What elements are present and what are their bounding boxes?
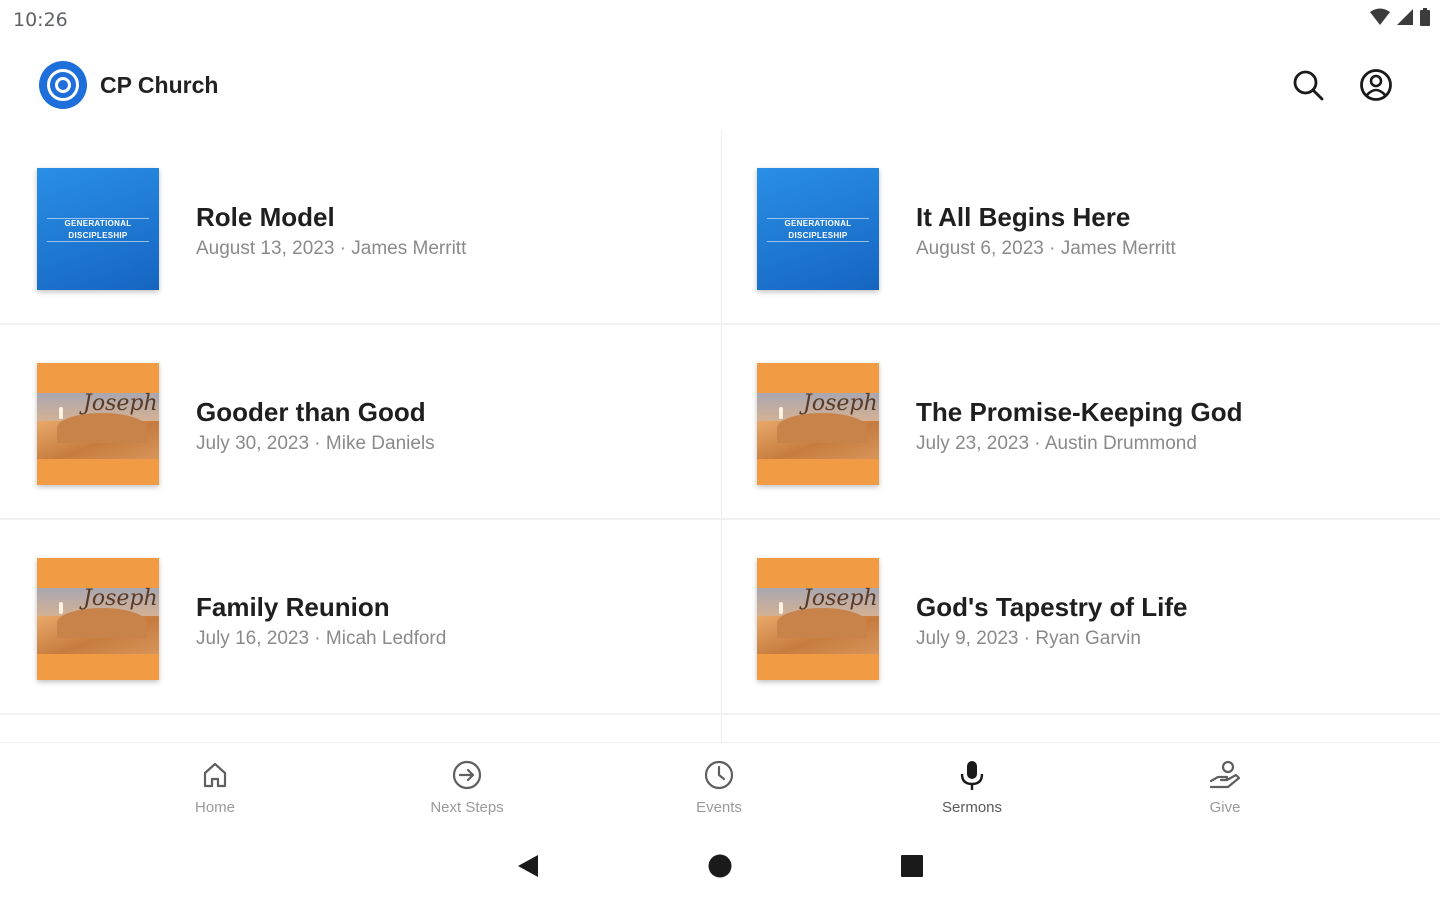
app-title: CP Church xyxy=(100,72,219,98)
artwork-text: Joseph xyxy=(83,586,158,611)
sermon-title: God's Tapestry of Life xyxy=(916,592,1188,622)
bottom-navigation: Home Next Steps Events Sermons Give xyxy=(0,742,1440,830)
status-bar: 10:26 xyxy=(0,0,1440,38)
sermon-card[interactable]: GENERATIONAL DISCIPLESHIP Role Model Aug… xyxy=(0,130,720,325)
back-icon[interactable] xyxy=(514,852,542,880)
sermon-meta: August 6, 2023 · James Merritt xyxy=(916,238,1176,259)
nav-give[interactable]: Give xyxy=(1155,757,1295,823)
artwork-text: Joseph xyxy=(803,391,878,416)
microphone-icon xyxy=(960,761,984,790)
sermon-title: The Promise-Keeping God xyxy=(916,397,1243,427)
app-bar: CP Church xyxy=(0,50,1440,120)
sermon-meta: July 9, 2023 · Ryan Garvin xyxy=(916,628,1141,649)
status-time: 10:26 xyxy=(13,9,68,31)
signal-icon xyxy=(1397,9,1413,25)
app-actions xyxy=(1290,67,1394,103)
search-button[interactable] xyxy=(1290,67,1326,103)
battery-icon xyxy=(1420,8,1430,26)
sermon-artwork: Joseph xyxy=(757,363,879,485)
nav-label: Next Steps xyxy=(430,799,504,816)
sermon-title: Gooder than Good xyxy=(196,397,426,427)
sermon-artwork: Joseph xyxy=(757,558,879,680)
sermon-artwork: GENERATIONAL DISCIPLESHIP xyxy=(37,168,159,290)
sermon-title: Role Model xyxy=(196,202,335,232)
search-icon xyxy=(1293,70,1324,101)
system-navigation xyxy=(0,830,1440,900)
sermon-card[interactable]: Joseph The Promise-Keeping God July 23, … xyxy=(720,325,1440,520)
sermon-artwork: GENERATIONAL DISCIPLESHIP xyxy=(757,168,879,290)
sermon-card[interactable]: Joseph Gooder than Good July 30, 2023 · … xyxy=(0,325,720,520)
nav-label: Home xyxy=(194,799,235,816)
artwork-text: GENERATIONAL xyxy=(784,219,852,228)
sermon-meta: July 30, 2023 · Mike Daniels xyxy=(196,433,435,454)
nav-label: Events xyxy=(696,799,742,816)
sermon-meta: July 16, 2023 · Micah Ledford xyxy=(196,628,447,649)
sermon-artwork: Joseph xyxy=(37,558,159,680)
sermon-meta: July 23, 2023 · Austin Drummond xyxy=(916,433,1197,454)
nav-home[interactable]: Home xyxy=(145,757,285,823)
artwork-text: Joseph xyxy=(803,586,878,611)
recents-square-icon[interactable] xyxy=(898,852,926,880)
row-divider xyxy=(720,713,1440,715)
sermon-title: It All Begins Here xyxy=(916,202,1131,232)
account-circle-icon xyxy=(1360,69,1392,101)
artwork-text: GENERATIONAL xyxy=(64,219,132,228)
nav-label: Sermons xyxy=(941,799,1003,816)
artwork-text: DISCIPLESHIP xyxy=(788,231,848,240)
sermon-card[interactable]: GENERATIONAL DISCIPLESHIP It All Begins … xyxy=(720,130,1440,325)
home-circle-icon[interactable] xyxy=(706,852,734,880)
nav-next-steps[interactable]: Next Steps xyxy=(397,757,537,823)
nav-events[interactable]: Events xyxy=(649,757,789,823)
artwork-text: Joseph xyxy=(83,391,158,416)
arrow-circle-icon xyxy=(452,760,482,790)
give-hand-icon xyxy=(1209,760,1241,789)
church-logo-icon[interactable] xyxy=(39,61,87,109)
status-icons xyxy=(1370,8,1430,26)
nav-label: Give xyxy=(1209,799,1241,816)
sermon-list: GENERATIONAL DISCIPLESHIP Role Model Aug… xyxy=(0,130,1440,742)
clock-icon xyxy=(704,760,734,790)
profile-button[interactable] xyxy=(1358,67,1394,103)
sermon-artwork: Joseph xyxy=(37,363,159,485)
artwork-text: DISCIPLESHIP xyxy=(68,231,128,240)
sermon-title: Family Reunion xyxy=(196,592,390,622)
nav-sermons[interactable]: Sermons xyxy=(902,757,1042,823)
sermon-card[interactable]: Joseph Family Reunion July 16, 2023 · Mi… xyxy=(0,520,720,715)
wifi-icon xyxy=(1370,8,1390,25)
home-icon xyxy=(203,762,227,788)
sermon-meta: August 13, 2023 · James Merritt xyxy=(196,238,467,259)
sermon-card[interactable]: Joseph God's Tapestry of Life July 9, 20… xyxy=(720,520,1440,715)
row-divider xyxy=(0,713,720,715)
